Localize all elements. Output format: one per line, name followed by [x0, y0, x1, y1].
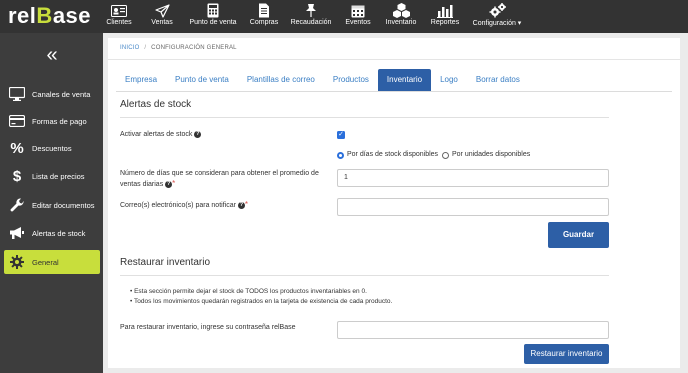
- tab-divider: [116, 91, 672, 92]
- megaphone-icon: [8, 224, 26, 242]
- sidebar-item-label: Canales de venta: [32, 89, 91, 99]
- credit-card-icon: [8, 112, 26, 130]
- radio-units-label: Por unidades disponibles: [452, 151, 531, 158]
- dollar-icon: $: [12, 167, 22, 185]
- restore-info-1: • Esta sección permite dejar el stock de…: [130, 288, 367, 295]
- sidebar-item-alertas-de-stock[interactable]: Alertas de stock: [0, 221, 103, 245]
- restore-password-label: Para restaurar inventario, ingrese su co…: [120, 324, 296, 331]
- tab-empresa[interactable]: Empresa: [116, 69, 166, 91]
- help-icon[interactable]: ?: [194, 130, 202, 138]
- section-divider: [120, 275, 609, 276]
- breadcrumb: INICIO / CONFIGURACIÓN GENERAL: [120, 45, 237, 51]
- wrench-icon: [8, 196, 26, 214]
- sidebar-item-lista-de-precios[interactable]: $ Lista de precios: [0, 164, 103, 188]
- document-icon: [258, 3, 270, 18]
- sidebar-item-label: Formas de pago: [32, 116, 87, 126]
- activate-alerts-checkbox[interactable]: ✓: [337, 131, 345, 139]
- stock-alerts-title: Alertas de stock: [120, 99, 192, 110]
- nav-eventos[interactable]: Eventos: [344, 0, 372, 33]
- top-navbar: relBase Clientes Ventas Punto de venta C…: [0, 0, 688, 33]
- tab-productos[interactable]: Productos: [324, 69, 378, 91]
- monitor-icon: [8, 85, 26, 103]
- breadcrumb-home-link[interactable]: INICIO: [120, 45, 140, 51]
- sidebar-item-canales-de-venta[interactable]: Canales de venta: [0, 82, 103, 106]
- activate-alerts-label: Activar alertas de stock ?: [120, 130, 202, 138]
- pin-icon: [305, 3, 317, 18]
- days-input[interactable]: 1: [337, 169, 609, 187]
- nav-reportes[interactable]: Reportes: [430, 0, 460, 33]
- id-card-icon: [111, 3, 127, 18]
- divider: [108, 59, 680, 60]
- collapse-sidebar-button[interactable]: «: [38, 45, 66, 65]
- section-divider: [120, 117, 609, 118]
- sidebar-item-label: Alertas de stock: [32, 228, 86, 238]
- required-marker: *: [172, 179, 176, 188]
- nav-compras[interactable]: Compras: [249, 0, 279, 33]
- help-icon[interactable]: ?: [237, 201, 245, 209]
- sidebar-item-formas-de-pago[interactable]: Formas de pago: [0, 109, 103, 133]
- nav-recaudacion[interactable]: Recaudación: [290, 0, 332, 33]
- save-button[interactable]: Guardar: [548, 222, 609, 248]
- restore-inventory-title: Restaurar inventario: [120, 257, 211, 268]
- tab-inventario[interactable]: Inventario: [377, 69, 432, 91]
- bar-chart-icon: [437, 3, 453, 18]
- sidebar-item-label: Editar documentos: [32, 200, 95, 210]
- cubes-icon: [392, 3, 410, 18]
- relbase-logo[interactable]: relBase: [8, 3, 91, 29]
- restore-info-2: • Todos los movimientos quedarán registr…: [130, 298, 393, 305]
- sidebar-item-editar-documentos[interactable]: Editar documentos: [0, 193, 103, 217]
- paper-plane-icon: [154, 3, 170, 18]
- nav-clientes[interactable]: Clientes: [106, 0, 132, 33]
- restore-password-input[interactable]: [337, 321, 609, 339]
- sidebar: « Canales de venta Formas de pago % Desc…: [0, 33, 103, 373]
- nav-configuracion[interactable]: Configuración ▾: [470, 0, 524, 33]
- nav-inventario[interactable]: Inventario: [383, 0, 419, 33]
- tab-plantillas-de-correo[interactable]: Plantillas de correo: [238, 69, 324, 91]
- gears-icon: [489, 3, 506, 18]
- restore-inventory-button[interactable]: Restaurar inventario: [524, 344, 609, 364]
- gear-icon: [8, 253, 26, 271]
- percent-icon: %: [10, 139, 24, 157]
- calculator-icon: [207, 3, 219, 18]
- breadcrumb-current: CONFIGURACIÓN GENERAL: [151, 45, 237, 51]
- required-marker: *: [244, 200, 249, 209]
- sidebar-item-label: Descuentos: [32, 143, 72, 153]
- tab-punto-de-venta[interactable]: Punto de venta: [166, 69, 238, 91]
- email-label: Correo(s) electrónico(s) para notificar …: [120, 200, 249, 209]
- tab-logo[interactable]: Logo: [431, 69, 467, 91]
- sidebar-item-descuentos[interactable]: % Descuentos: [0, 136, 103, 160]
- sidebar-item-label: General: [32, 257, 59, 267]
- radio-days-stock[interactable]: [337, 152, 344, 159]
- radio-days-stock-label: Por días de stock disponibles: [347, 151, 439, 158]
- nav-punto-de-venta[interactable]: Punto de venta: [189, 0, 237, 33]
- tab-bar: Empresa Punto de venta Plantillas de cor…: [116, 69, 529, 91]
- nav-ventas[interactable]: Ventas: [148, 0, 176, 33]
- sidebar-item-general[interactable]: General: [4, 250, 100, 274]
- days-label: Número de días que se consideran para ob…: [120, 170, 319, 188]
- calendar-icon: [351, 3, 365, 18]
- radio-units[interactable]: [442, 152, 449, 159]
- main-panel: INICIO / CONFIGURACIÓN GENERAL Empresa P…: [108, 38, 680, 368]
- sidebar-item-label: Lista de precios: [32, 171, 85, 181]
- tab-borrar-datos[interactable]: Borrar datos: [467, 69, 529, 91]
- breadcrumb-separator: /: [144, 45, 147, 51]
- email-input[interactable]: [337, 198, 609, 216]
